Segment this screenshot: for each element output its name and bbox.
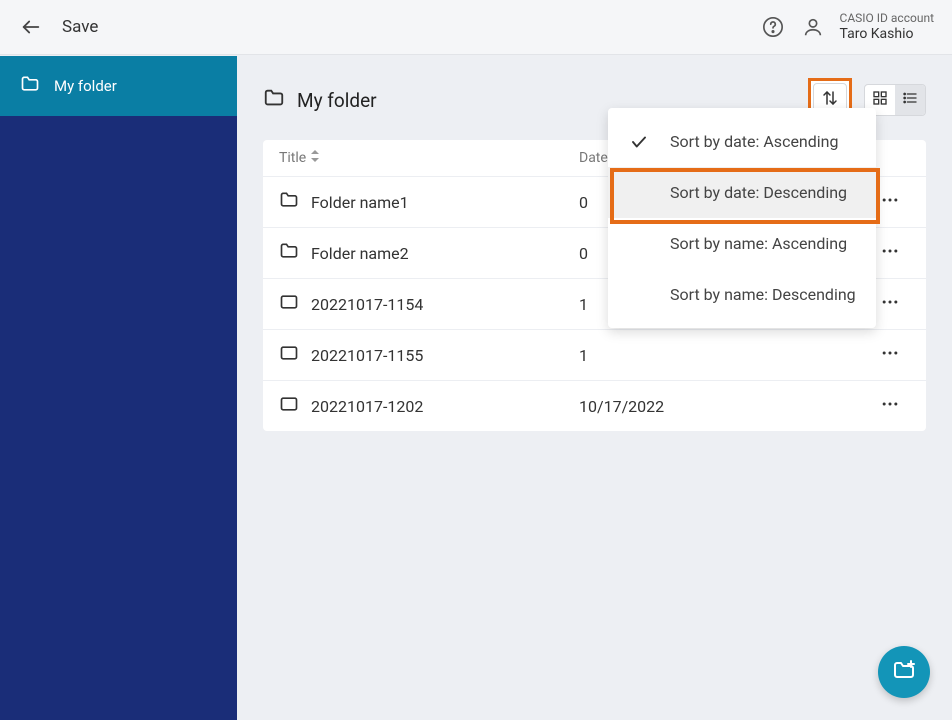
- sort-option-date-asc[interactable]: Sort by date: Ascending: [608, 116, 876, 167]
- help-icon[interactable]: [760, 14, 786, 40]
- sort-option-label: Sort by name: Ascending: [670, 234, 847, 253]
- more-icon: [880, 292, 900, 316]
- row-more-button[interactable]: [870, 190, 910, 214]
- row-more-button[interactable]: [870, 394, 910, 418]
- row-title: Folder name1: [279, 190, 579, 214]
- page-title: Save: [62, 17, 98, 37]
- app-header: Save CASIO ID account Taro Kashio: [0, 0, 952, 55]
- row-title: 20221017-1154: [279, 292, 579, 316]
- sort-option-label: Sort by date: Ascending: [670, 132, 839, 151]
- user-icon[interactable]: [800, 14, 826, 40]
- grid-icon: [872, 90, 888, 110]
- column-header-title[interactable]: Title: [279, 150, 579, 166]
- more-icon: [880, 190, 900, 214]
- row-title: 20221017-1155: [279, 343, 579, 367]
- row-name: 20221017-1154: [311, 295, 423, 314]
- main-title-text: My folder: [297, 89, 377, 112]
- more-icon: [880, 394, 900, 418]
- account-name: Taro Kashio: [840, 26, 934, 43]
- sidebar-item-my-folder[interactable]: My folder: [0, 56, 237, 116]
- row-title: 20221017-1202: [279, 394, 579, 418]
- sort-menu: Sort by date: Ascending Sort by date: De…: [608, 108, 876, 328]
- row-date: 1: [579, 346, 870, 365]
- table-row[interactable]: 20221017-1202 10/17/2022: [263, 380, 926, 431]
- sidebar: My folder: [0, 56, 237, 720]
- file-icon: [279, 292, 299, 316]
- account-info[interactable]: CASIO ID account Taro Kashio: [840, 11, 934, 42]
- back-button[interactable]: [18, 14, 44, 40]
- table-row[interactable]: 20221017-1155 1: [263, 329, 926, 380]
- row-name: 20221017-1155: [311, 346, 423, 365]
- file-icon: [279, 394, 299, 418]
- new-folder-icon: [892, 658, 916, 686]
- row-name: 20221017-1202: [311, 397, 423, 416]
- list-icon: [902, 90, 918, 110]
- folder-icon: [279, 241, 299, 265]
- account-label: CASIO ID account: [840, 11, 934, 25]
- breadcrumb: My folder: [263, 87, 377, 114]
- row-name: Folder name2: [311, 244, 409, 263]
- sort-option-name-asc[interactable]: Sort by name: Ascending: [608, 218, 876, 269]
- sort-option-name-desc[interactable]: Sort by name: Descending: [608, 269, 876, 320]
- sidebar-item-label: My folder: [54, 77, 117, 95]
- check-icon: [628, 133, 650, 151]
- main-content: My folder: [237, 56, 952, 720]
- folder-icon: [20, 74, 40, 98]
- sort-option-label: Sort by name: Descending: [670, 285, 856, 304]
- sort-option-label: Sort by date: Descending: [670, 183, 847, 202]
- row-more-button[interactable]: [870, 241, 910, 265]
- new-folder-fab[interactable]: [878, 646, 930, 698]
- row-date: 10/17/2022: [579, 397, 870, 416]
- row-name: Folder name1: [311, 193, 409, 212]
- file-icon: [279, 343, 299, 367]
- row-title: Folder name2: [279, 241, 579, 265]
- list-view-button[interactable]: [895, 85, 925, 115]
- more-icon: [880, 343, 900, 367]
- more-icon: [880, 241, 900, 265]
- header-right: CASIO ID account Taro Kashio: [760, 11, 934, 42]
- folder-icon: [279, 190, 299, 214]
- folder-icon: [263, 87, 285, 114]
- row-more-button[interactable]: [870, 292, 910, 316]
- column-header-actions: [870, 150, 910, 166]
- sort-option-date-desc[interactable]: Sort by date: Descending: [608, 167, 876, 218]
- header-left: Save: [18, 14, 98, 40]
- sort-indicator-icon: [310, 150, 320, 166]
- row-more-button[interactable]: [870, 343, 910, 367]
